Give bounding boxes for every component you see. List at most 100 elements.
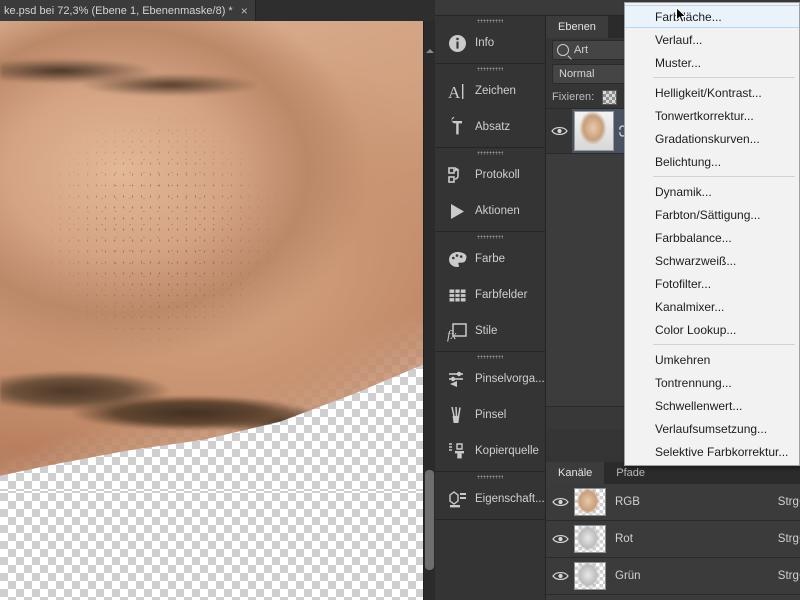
table-row[interactable]: Rot Strg+3: [546, 521, 800, 558]
menu-item[interactable]: Muster...: [625, 51, 799, 74]
channel-thumbnail: [574, 525, 606, 553]
blend-mode-value: Normal: [559, 68, 595, 80]
menu-item[interactable]: Schwellenwert...: [625, 394, 799, 417]
dock-group-type: A Zeichen Absatz: [435, 64, 545, 148]
menu-item[interactable]: Farbfläche...: [625, 5, 799, 28]
tab-ebenen[interactable]: Ebenen: [546, 16, 608, 38]
table-row[interactable]: Grün Strg+4: [546, 558, 800, 595]
channel-name: RGB: [615, 496, 640, 508]
dock-group-info: Info: [435, 16, 545, 64]
dock-item-info[interactable]: Info: [435, 25, 545, 61]
panel-grip[interactable]: [435, 352, 545, 361]
photoshop-window: ke.psd bei 72,3% (Ebene 1, Ebenenmaske/8…: [0, 0, 800, 600]
channel-shortcut: Strg+3: [777, 533, 800, 545]
menu-item[interactable]: Helligkeit/Kontrast...: [625, 81, 799, 104]
dock-item-label: Farbe: [475, 253, 506, 265]
canvas-vertical-scrollbar[interactable]: [423, 21, 435, 600]
search-icon: [557, 44, 569, 56]
table-row-partial[interactable]: [546, 595, 800, 600]
paragraph-icon: [444, 114, 470, 140]
dock-item-properties[interactable]: Eigenschaft...: [435, 481, 545, 517]
dock-item-color[interactable]: Farbe: [435, 241, 545, 277]
eye-icon[interactable]: [546, 533, 574, 545]
menu-item[interactable]: Fotofilter...: [625, 272, 799, 295]
dock-item-swatches[interactable]: Farbfelder: [435, 277, 545, 313]
properties-icon: [444, 486, 470, 512]
dock-item-brush-presets[interactable]: Pinselvorga...: [435, 361, 545, 397]
dock-item-paragraph[interactable]: Absatz: [435, 109, 545, 145]
lock-label: Fixieren:: [552, 91, 595, 103]
dock-item-label: Kopierquelle: [475, 445, 539, 457]
menu-item[interactable]: Dynamik...: [625, 180, 799, 203]
eye-icon[interactable]: [546, 570, 574, 582]
table-row[interactable]: RGB Strg+2: [546, 484, 800, 521]
panel-grip[interactable]: [435, 16, 545, 25]
layer-thumbnail[interactable]: [574, 111, 614, 151]
dock-item-label: Info: [475, 37, 495, 49]
dock-group-properties: Eigenschaft...: [435, 472, 545, 520]
menu-item[interactable]: Farbton/Sättigung...: [625, 203, 799, 226]
transparency-checker-icon[interactable]: [602, 89, 618, 105]
channel-thumbnail: [574, 488, 606, 516]
document-tab[interactable]: ke.psd bei 72,3% (Ebene 1, Ebenenmaske/8…: [0, 0, 256, 21]
menu-item[interactable]: Tontrennung...: [625, 371, 799, 394]
panel-grip[interactable]: [435, 472, 545, 481]
dock-item-history[interactable]: Protokoll: [435, 157, 545, 193]
document-area: ke.psd bei 72,3% (Ebene 1, Ebenenmaske/8…: [0, 0, 435, 600]
menu-separator: [653, 344, 795, 345]
channel-name: Rot: [615, 533, 633, 545]
dock-group-brush: Pinselvorga... Pinsel Kopierquelle: [435, 352, 545, 472]
character-icon: A: [444, 78, 470, 104]
menu-item[interactable]: Belichtung...: [625, 150, 799, 173]
dock-item-clone-source[interactable]: Kopierquelle: [435, 433, 545, 469]
document-tab-title: ke.psd bei 72,3% (Ebene 1, Ebenenmaske/8…: [4, 4, 233, 17]
layer-filter-value: Art: [574, 44, 589, 56]
menu-item[interactable]: Umkehren: [625, 348, 799, 371]
history-icon: [444, 162, 470, 188]
eye-icon[interactable]: [546, 496, 574, 508]
dock-item-label: Protokoll: [475, 169, 520, 181]
menu-item[interactable]: Schwarzweiß...: [625, 249, 799, 272]
menu-item[interactable]: Verlaufsumsetzung...: [625, 417, 799, 440]
dock-item-brush[interactable]: Pinsel: [435, 397, 545, 433]
dock-item-actions[interactable]: Aktionen: [435, 193, 545, 229]
swatches-grid-icon: [444, 282, 470, 308]
eye-icon[interactable]: [546, 125, 572, 137]
clone-source-icon: [444, 438, 470, 464]
info-icon: [444, 30, 470, 56]
dock-item-character[interactable]: A Zeichen: [435, 73, 545, 109]
scroll-up-arrow-icon[interactable]: [426, 49, 434, 53]
image-canvas[interactable]: [0, 21, 424, 600]
dock-item-label: Eigenschaft...: [475, 493, 545, 505]
styles-fx-icon: fx: [444, 318, 470, 344]
menu-separator: [653, 176, 795, 177]
menu-item[interactable]: Selektive Farbkorrektur...: [625, 440, 799, 463]
channel-name: Grün: [615, 570, 641, 582]
scrollbar-thumb[interactable]: [425, 470, 434, 570]
dock-item-label: Absatz: [475, 121, 511, 133]
menu-item[interactable]: Kanalmixer...: [625, 295, 799, 318]
menu-item[interactable]: Color Lookup...: [625, 318, 799, 341]
menu-item[interactable]: Verlauf...: [625, 28, 799, 51]
menu-item[interactable]: Gradationskurven...: [625, 127, 799, 150]
dock-item-label: Stile: [475, 325, 498, 337]
panel-grip[interactable]: [435, 64, 545, 73]
dock-group-color: Farbe Farbfelder fx Stile: [435, 232, 545, 352]
panel-icon-dock: Info A Zeichen Absatz Protokoll Aktionen…: [435, 16, 546, 600]
color-palette-icon: [444, 246, 470, 272]
dock-item-label: Farbfelder: [475, 289, 528, 301]
svg-text:A: A: [448, 83, 461, 102]
new-adjustment-layer-menu: Farbfläche... Verlauf... Muster... Helligke…: [624, 2, 800, 466]
menu-item[interactable]: Tonwertkorrektur...: [625, 104, 799, 127]
brush-presets-icon: [444, 366, 470, 392]
dock-item-label: Pinselvorga...: [475, 373, 545, 385]
menu-item[interactable]: Farbbalance...: [625, 226, 799, 249]
panel-grip[interactable]: [435, 148, 545, 157]
tab-kanaele[interactable]: Kanäle: [546, 462, 605, 484]
panel-grip[interactable]: [435, 232, 545, 241]
svg-text:fx: fx: [447, 327, 457, 342]
menu-separator: [653, 77, 795, 78]
close-icon[interactable]: ×: [241, 5, 248, 17]
dock-group-history: Protokoll Aktionen: [435, 148, 545, 232]
dock-item-styles[interactable]: fx Stile: [435, 313, 545, 349]
